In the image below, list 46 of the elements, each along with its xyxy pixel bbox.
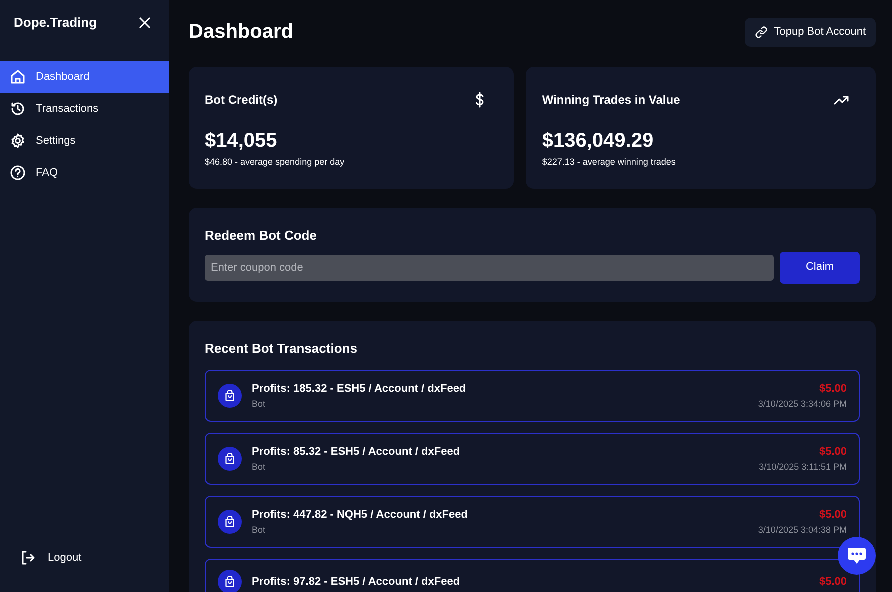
card-title: Bot Credit(s) <box>205 92 278 108</box>
bag-icon <box>218 510 242 534</box>
logout-icon <box>20 550 36 566</box>
coupon-input[interactable]: Enter coupon code <box>205 254 774 280</box>
stat-note: $46.80 - average spending per day <box>205 156 346 169</box>
transaction-title: Profits: 97.82 - ESH5 / Account / dxFeed <box>252 574 462 590</box>
transaction-amount: $5.00 <box>818 508 847 523</box>
brand-name: Dope.Trading <box>14 14 98 32</box>
stat-value: $136,049.29 <box>542 128 655 154</box>
transaction-time: 3/10/2025 3:34:06 PM <box>758 398 847 410</box>
transaction-title: Profits: 185.32 - ESH5 / Account / dxFeed <box>252 382 468 397</box>
page-title: Dashboard <box>189 20 294 44</box>
card-title: Recent Bot Transactions <box>205 340 358 358</box>
transaction-source: Bot <box>252 460 267 474</box>
transaction-row[interactable]: Profits: 447.82 - NQH5 / Account / dxFeed Bot $5.00 3/10/2025 3:04:38 PM <box>205 496 860 548</box>
nav-item[interactable]: Settings <box>0 125 169 157</box>
transaction-title: Profits: 447.82 - NQH5 / Account / dxFeed <box>252 508 469 523</box>
claim-button[interactable]: Claim <box>780 252 860 284</box>
help-icon <box>10 165 26 181</box>
card-title: Redeem Bot Code <box>205 227 318 245</box>
transaction-row[interactable]: Profits: 85.32 - ESH5 / Account / dxFeed Bot $5.00 3/10/2025 3:11:51 PM <box>205 433 860 485</box>
bag-icon <box>218 570 242 592</box>
transaction-amount: $5.00 <box>819 574 847 590</box>
link-icon <box>755 26 768 39</box>
transaction-time: 3/10/2025 3:04:38 PM <box>758 524 847 536</box>
transaction-time: 3/10/2025 3:11:51 PM <box>759 460 847 474</box>
nav-item[interactable]: FAQ <box>0 157 169 189</box>
gear-icon <box>10 133 26 149</box>
topup-button[interactable]: Topup Bot Account <box>745 18 876 46</box>
chat-icon <box>847 547 867 565</box>
transaction-amount: $5.00 <box>818 445 847 460</box>
home-icon <box>10 69 26 85</box>
nav-item[interactable]: Dashboard <box>0 61 169 93</box>
transaction-title: Profits: 85.32 - ESH5 / Account / dxFeed <box>252 445 462 460</box>
transaction-source: Bot <box>252 524 267 536</box>
transaction-row[interactable]: Profits: 185.32 - ESH5 / Account / dxFeed Bot $5.00 3/10/2025 3:34:06 PM <box>205 370 860 422</box>
bag-icon <box>218 447 242 471</box>
stat-note: $227.13 - average winning trades <box>542 156 677 169</box>
card-title: Winning Trades in Value <box>542 92 680 108</box>
transaction-source: Bot <box>252 398 267 410</box>
clock-icon <box>10 101 26 117</box>
transaction-amount: $5.00 <box>818 382 847 397</box>
nav-item[interactable]: Transactions <box>0 93 169 125</box>
bag-icon <box>218 384 242 408</box>
stat-value: $14,055 <box>205 128 278 154</box>
logout-button[interactable]: Logout <box>0 542 169 574</box>
